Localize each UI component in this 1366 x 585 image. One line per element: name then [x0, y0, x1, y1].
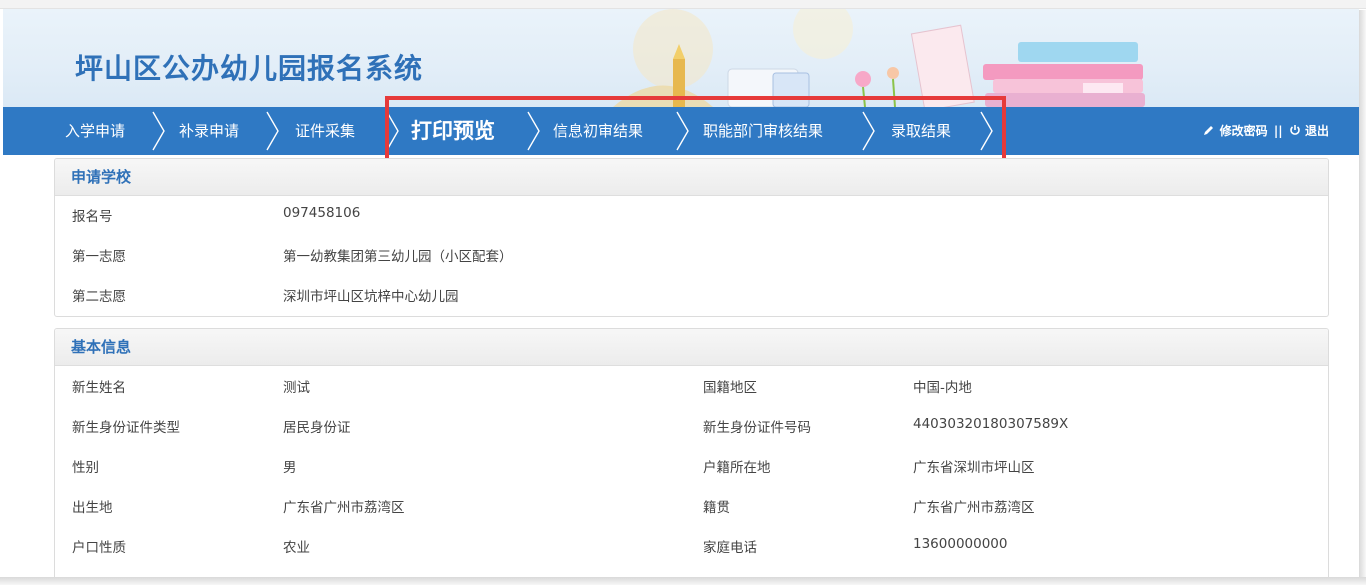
field-label: 新生姓名	[72, 380, 126, 396]
pencil-icon	[1204, 126, 1214, 135]
nav-supplement[interactable]: 补录申请	[179, 107, 239, 155]
window-shadow-bottom	[0, 577, 1366, 585]
field-value: 广东省深圳市坪山区	[913, 460, 1035, 476]
separator: ||	[1273, 124, 1283, 138]
header-banner: 坪山区公办幼儿园报名系统	[3, 9, 1359, 107]
field-value: 测试	[283, 380, 310, 396]
chevron-right-icon	[266, 111, 279, 151]
top-strip	[0, 0, 1366, 9]
field-label: 国籍地区	[703, 380, 757, 396]
logout-link[interactable]: 退出	[1305, 124, 1329, 138]
change-password-link[interactable]: 修改密码	[1220, 124, 1268, 138]
field-label: 户口性质	[72, 540, 126, 556]
banner-illustration	[613, 9, 1145, 107]
field-value: 男	[283, 460, 297, 476]
field-label: 第一志愿	[72, 249, 126, 265]
field-value: 44030320180307589X	[913, 416, 1069, 432]
highlight-box	[385, 96, 1006, 167]
window-shadow-right	[1359, 10, 1366, 585]
school-panel: 申请学校 报名号 097458106 第一志愿 第一幼教集团第三幼儿园（小区配套…	[54, 158, 1329, 317]
section-title: 申请学校	[55, 159, 1328, 196]
field-value: 农业	[283, 540, 310, 556]
field-label: 报名号	[72, 209, 113, 225]
field-label: 第二志愿	[72, 289, 126, 305]
field-label: 户籍所在地	[703, 460, 771, 476]
nav-documents[interactable]: 证件采集	[295, 107, 355, 155]
field-label: 家庭电话	[703, 540, 757, 556]
basic-info-panel: 基本信息 新生姓名 测试 国籍地区 中国-内地 新生身份证件类型 居民身份证 新…	[54, 328, 1329, 580]
field-value: 第一幼教集团第三幼儿园（小区配套）	[283, 249, 513, 265]
field-value: 居民身份证	[283, 420, 351, 436]
field-value: 中国-内地	[913, 380, 972, 396]
field-label: 籍贯	[703, 500, 730, 516]
field-value: 深圳市坪山区坑梓中心幼儿园	[283, 289, 459, 305]
section-title: 基本信息	[55, 329, 1328, 366]
app-title: 坪山区公办幼儿园报名系统	[75, 52, 424, 85]
field-label: 新生身份证件号码	[703, 420, 811, 436]
field-label: 出生地	[72, 500, 113, 516]
field-value: 广东省广州市荔湾区	[283, 500, 405, 516]
user-actions: 修改密码 || 退出	[1203, 107, 1329, 155]
field-value: 广东省广州市荔湾区	[913, 500, 1035, 516]
field-label: 新生身份证件类型	[72, 420, 180, 436]
power-icon	[1290, 125, 1300, 135]
field-value: 097458106	[283, 205, 361, 221]
field-label: 性别	[72, 460, 99, 476]
chevron-right-icon	[152, 111, 165, 151]
nav-apply[interactable]: 入学申请	[65, 107, 125, 155]
field-value: 13600000000	[913, 536, 1008, 552]
app-window: 坪山区公办幼儿园报名系统 入学申请 补录申请 证件采集 打印预览 信息初审结果 …	[0, 0, 1366, 585]
